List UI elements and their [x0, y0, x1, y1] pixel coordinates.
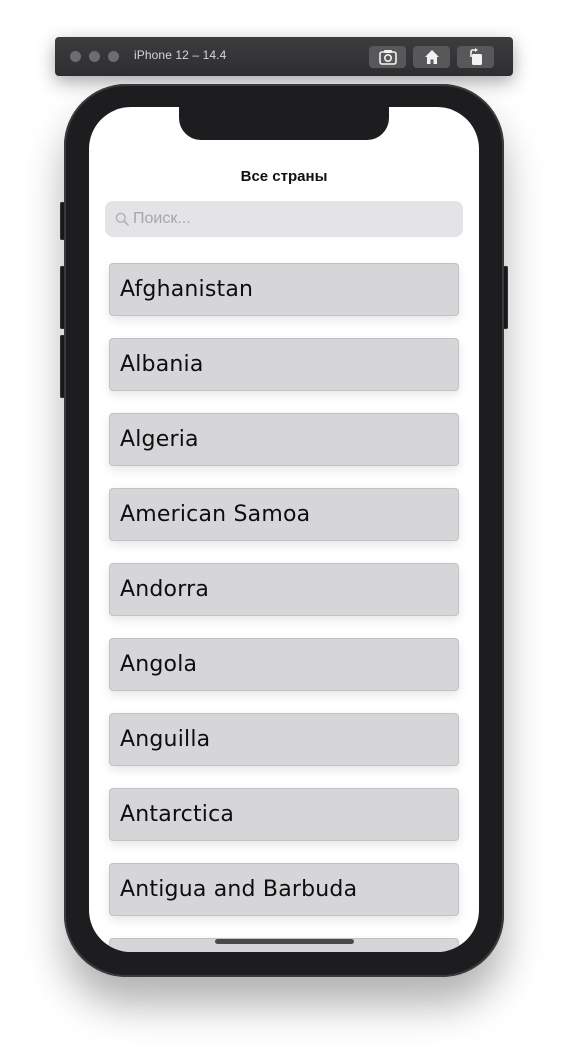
- list-item-label: American Samoa: [120, 502, 311, 527]
- minimize-window-button[interactable]: [89, 51, 100, 62]
- list-item-label: Albania: [120, 352, 204, 377]
- list-item[interactable]: Albania: [109, 338, 459, 391]
- list-item-label: Andorra: [120, 577, 210, 602]
- list-item[interactable]: Andorra: [109, 563, 459, 616]
- zoom-window-button[interactable]: [108, 51, 119, 62]
- list-item[interactable]: Afghanistan: [109, 263, 459, 316]
- close-window-button[interactable]: [70, 51, 81, 62]
- list-item[interactable]: American Samoa: [109, 488, 459, 541]
- list-item-label: Antigua and Barbuda: [120, 877, 358, 902]
- rotate-button[interactable]: [457, 46, 494, 68]
- list-item[interactable]: Antarctica: [109, 788, 459, 841]
- list-item-label: Antarctica: [120, 802, 235, 827]
- rotate-icon: [469, 48, 482, 65]
- screenshot-button[interactable]: [369, 46, 406, 68]
- notch: [179, 107, 389, 140]
- app-screen: Все страны Afghanistan Albania Algeria A…: [89, 107, 479, 952]
- simulator-toolbar: iPhone 12 – 14.4: [55, 37, 513, 76]
- list-item[interactable]: Anguilla: [109, 713, 459, 766]
- list-item[interactable]: Algeria: [109, 413, 459, 466]
- list-item-label: Algeria: [120, 427, 199, 452]
- list-item-label: Anguilla: [120, 727, 211, 752]
- window-title: iPhone 12 – 14.4: [134, 48, 227, 62]
- list-item-label: Afghanistan: [120, 277, 254, 302]
- search-bar[interactable]: [105, 201, 463, 237]
- list-item[interactable]: Antigua and Barbuda: [109, 863, 459, 916]
- home-indicator[interactable]: [215, 939, 354, 944]
- search-icon: [115, 212, 129, 226]
- home-icon: [424, 50, 439, 64]
- search-input[interactable]: [133, 210, 453, 228]
- list-item[interactable]: Angola: [109, 638, 459, 691]
- list-item-label: Angola: [120, 652, 198, 677]
- simulator-stage: iPhone 12 – 14.4 Все страны Поиск... Afg…: [0, 0, 568, 1051]
- home-button[interactable]: [413, 46, 450, 68]
- country-list: Afghanistan Albania Algeria American Sam…: [109, 263, 459, 952]
- page-title: Все страны: [240, 168, 328, 185]
- screenshot-icon: [378, 50, 397, 65]
